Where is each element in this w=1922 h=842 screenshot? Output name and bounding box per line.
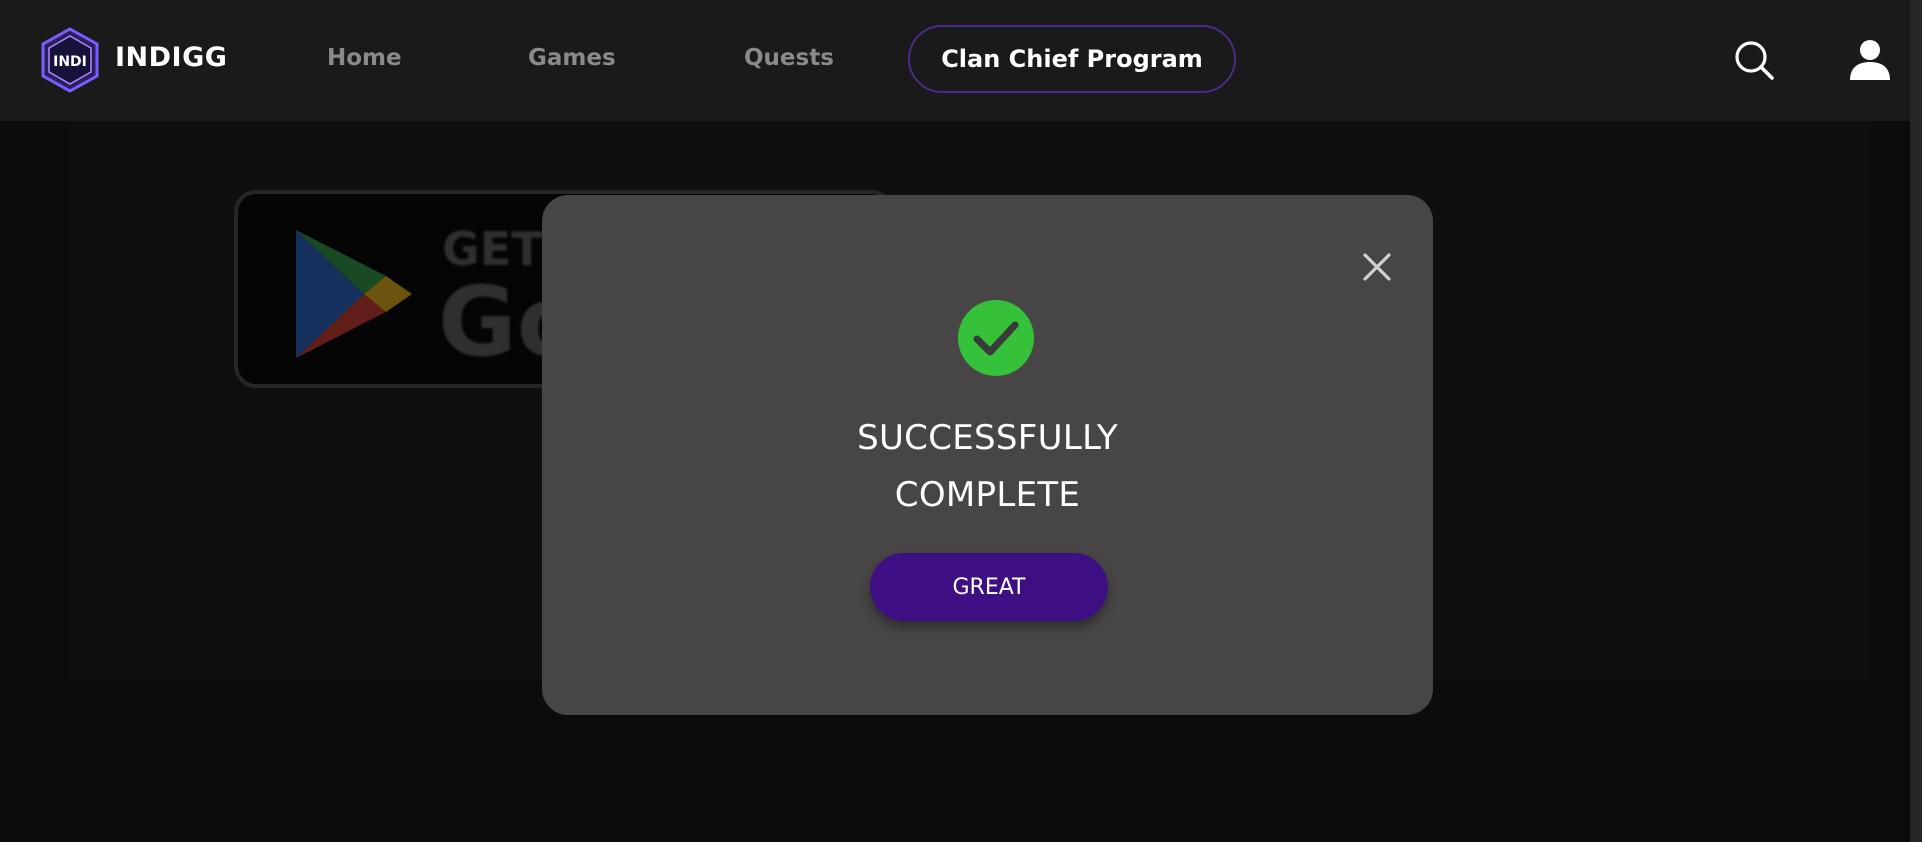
nav-clan-chief-label: Clan Chief Program bbox=[941, 45, 1203, 73]
page: INDI INDIGG Home Games Quests Clan Chief… bbox=[0, 0, 1922, 842]
nav-quests[interactable]: Quests bbox=[744, 40, 834, 76]
modal-title: SUCCESSFULLY COMPLETE bbox=[542, 410, 1433, 524]
success-modal: SUCCESSFULLY COMPLETE GREAT bbox=[542, 195, 1433, 715]
search-icon[interactable] bbox=[1732, 38, 1776, 82]
indigg-logo[interactable]: INDI bbox=[40, 27, 100, 93]
nav-home[interactable]: Home bbox=[327, 40, 402, 76]
great-button-label: GREAT bbox=[952, 574, 1026, 600]
modal-title-line1: SUCCESSFULLY bbox=[857, 418, 1118, 458]
logo-text: INDI bbox=[53, 54, 87, 70]
brand-name[interactable]: INDIGG bbox=[115, 40, 227, 76]
nav-clan-chief-program[interactable]: Clan Chief Program bbox=[908, 25, 1236, 93]
nav-games[interactable]: Games bbox=[528, 40, 616, 76]
window-edge bbox=[1910, 0, 1922, 842]
great-button[interactable]: GREAT bbox=[870, 553, 1108, 621]
top-nav-bar: INDI INDIGG Home Games Quests Clan Chief… bbox=[0, 0, 1910, 121]
modal-title-line2: COMPLETE bbox=[894, 475, 1081, 515]
google-play-icon bbox=[296, 230, 412, 358]
user-icon[interactable] bbox=[1848, 38, 1892, 82]
close-icon[interactable] bbox=[1360, 250, 1394, 284]
check-circle-icon bbox=[958, 300, 1034, 376]
